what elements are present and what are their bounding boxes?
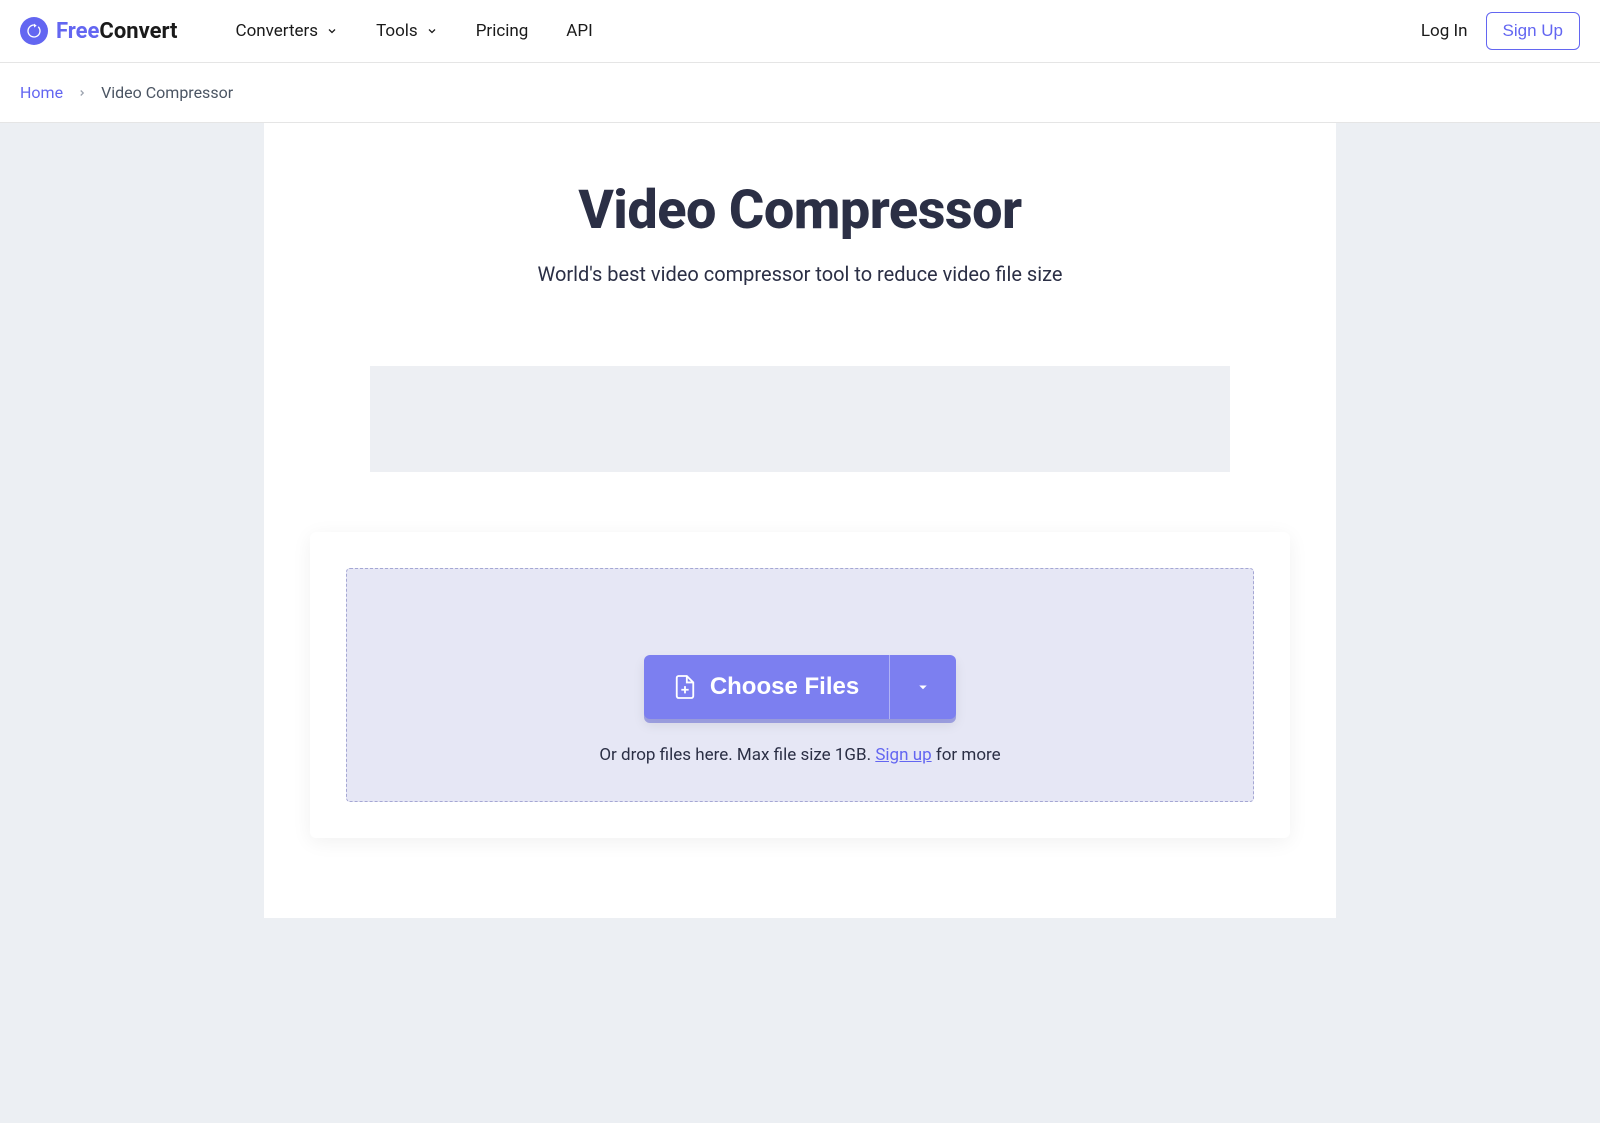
nav-api-label: API [566,21,592,41]
breadcrumb: Home Video Compressor [0,63,1600,123]
chevron-down-icon [426,25,438,37]
drop-hint: Or drop files here. Max file size 1GB. S… [367,745,1233,765]
page-title: Video Compressor [304,179,1296,242]
file-add-icon [674,674,696,700]
breadcrumb-current: Video Compressor [101,83,233,102]
ad-placeholder [370,366,1230,472]
chevron-down-icon [914,678,932,696]
choose-files-button[interactable]: Choose Files [644,655,889,719]
signup-button[interactable]: Sign Up [1486,12,1580,50]
logo[interactable]: FreeConvert [20,17,178,45]
choose-files-label: Choose Files [710,673,859,701]
nav-converters[interactable]: Converters [236,21,339,41]
upload-card: Choose Files Or drop files here. Max fil… [310,532,1290,838]
nav-converters-label: Converters [236,21,319,41]
signup-inline-link[interactable]: Sign up [875,745,931,765]
logo-text-convert: Convert [99,19,177,44]
auth-area: Log In Sign Up [1421,12,1580,50]
chevron-down-icon [326,25,338,37]
breadcrumb-home[interactable]: Home [20,83,63,102]
logo-text: FreeConvert [56,19,178,44]
drop-hint-prefix: Or drop files here. Max file size 1GB. [599,745,875,765]
main-nav: Converters Tools Pricing API [236,21,593,41]
logo-icon [20,17,48,45]
choose-files-group: Choose Files [644,655,956,719]
nav-api[interactable]: API [566,21,592,41]
choose-files-dropdown[interactable] [889,655,956,719]
chevron-right-icon [77,86,87,100]
nav-tools-label: Tools [376,21,418,41]
nav-tools[interactable]: Tools [376,21,438,41]
site-header: FreeConvert Converters Tools Pricing API… [0,0,1600,63]
login-link[interactable]: Log In [1421,21,1468,41]
page-background: Video Compressor World's best video comp… [0,123,1600,1123]
page-subtitle: World's best video compressor tool to re… [304,262,1296,286]
logo-text-free: Free [56,19,99,44]
drop-hint-suffix: for more [932,745,1001,765]
nav-pricing-label: Pricing [476,21,529,41]
content-card: Video Compressor World's best video comp… [264,123,1336,918]
dropzone[interactable]: Choose Files Or drop files here. Max fil… [346,568,1254,802]
nav-pricing[interactable]: Pricing [476,21,529,41]
